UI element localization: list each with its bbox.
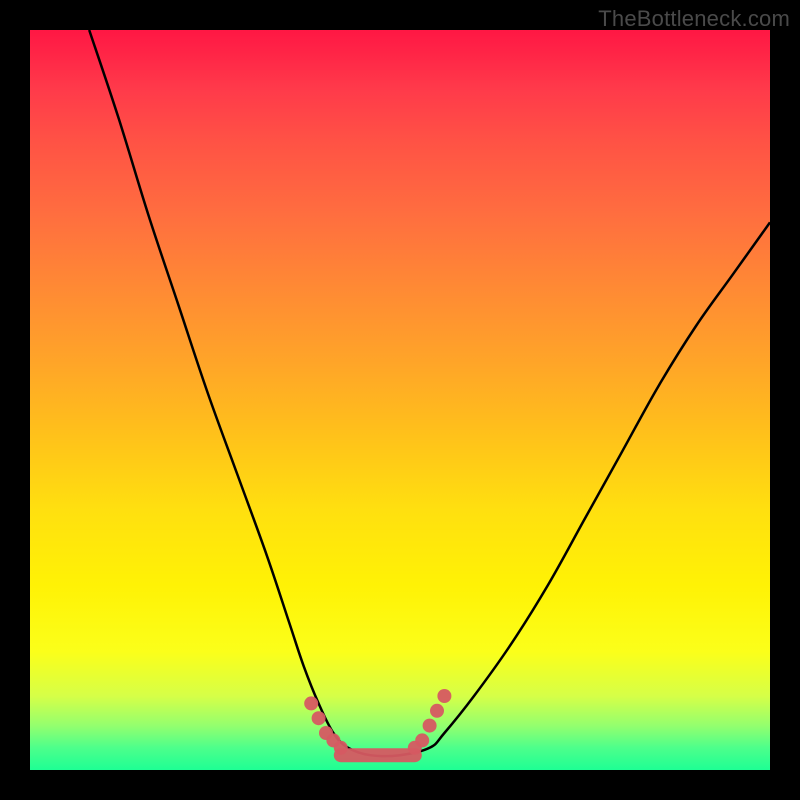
bottleneck-curve	[89, 30, 770, 756]
watermark-text: TheBottleneck.com	[598, 6, 790, 32]
chart-area	[30, 30, 770, 770]
bottleneck-curve-svg	[30, 30, 770, 770]
